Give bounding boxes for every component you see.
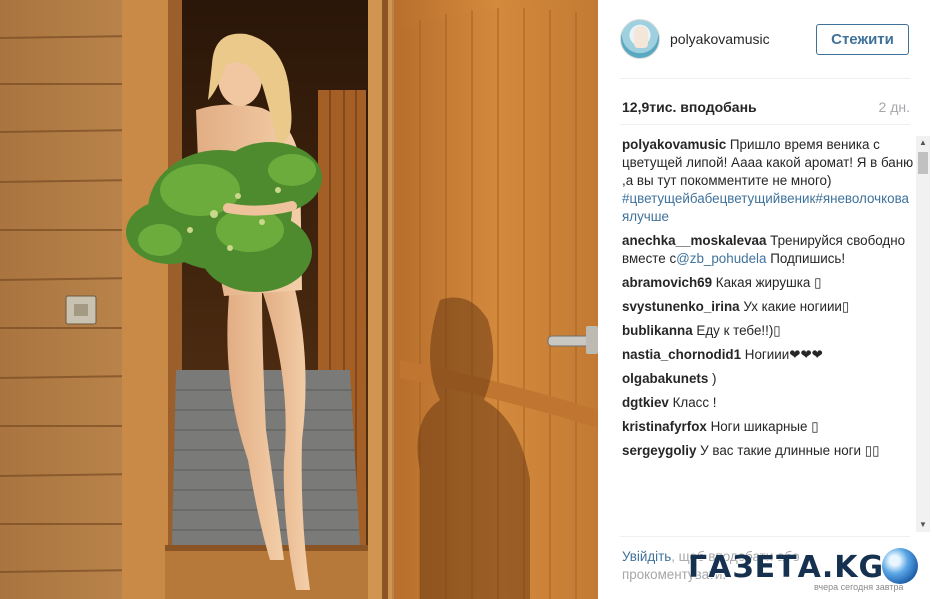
follow-button[interactable]: Стежити [816,24,909,55]
comment-item: olgabakunets ) [622,370,914,388]
comment-text: Подпишись! [766,251,846,266]
comment-item: anechka__moskalevaa Тренируйся свободно … [622,232,914,268]
post-stats: 12,9тис. вподобань 2 дн. [620,98,910,118]
comment-item: bublikanna Еду к тебе!!)▯ [622,322,914,340]
comment-item: dgtkiev Класс ! [622,394,914,412]
comment-author[interactable]: dgtkiev [622,395,669,410]
comments-list[interactable]: polyakovamusic Пришло время веника с цве… [622,136,914,528]
divider [620,536,910,537]
mention-link[interactable]: @zb_pohudela [676,251,766,266]
globe-icon [882,548,918,584]
username-link[interactable]: polyakovamusic [670,31,770,47]
post-photo[interactable] [0,0,598,599]
comment-text: Класс ! [668,395,717,410]
comment-text: Еду к тебе!!)▯ [692,323,781,338]
site-watermark: ГАЗЕТА.KG вчера сегодня завтра [686,546,922,596]
comment-author[interactable]: bublikanna [622,323,693,338]
comment-author[interactable]: olgabakunets [622,371,708,386]
post-sidebar: polyakovamusic Стежити 12,9тис. вподобан… [598,0,932,599]
divider [620,78,910,79]
comment-text: Ногиии❤❤❤ [741,347,823,362]
watermark-tagline: вчера сегодня завтра [814,582,904,592]
comment-text: Какая жирушка ▯ [712,275,822,290]
post-header: polyakovamusic Стежити [598,0,932,78]
scroll-thumb[interactable] [918,152,928,174]
comment-text: Ух какие ногиии▯ [739,299,850,314]
divider [620,124,910,125]
comment-text: ) [708,371,717,386]
comment-author[interactable]: nastia_chornodid1 [622,347,741,362]
comment-author[interactable]: polyakovamusic [622,137,726,152]
comment-text: У вас такие длинные ноги ▯▯ [696,443,880,458]
comment-item: svystunenko_irina Ух какие ногиии▯ [622,298,914,316]
scroll-down-icon[interactable]: ▼ [918,519,928,531]
login-link[interactable]: Увійдіть [622,549,671,564]
comment-item: kristinafyrfox Ноги шикарные ▯ [622,418,914,436]
likes-count[interactable]: 12,9тис. вподобань [622,99,757,115]
comment-author[interactable]: anechka__moskalevaa [622,233,766,248]
photo-illustration [0,0,598,599]
avatar[interactable] [620,19,660,59]
comment-text: Ноги шикарные ▯ [706,419,819,434]
comment-item: abramovich69 Какая жирушка ▯ [622,274,914,292]
comment-author[interactable]: svystunenko_irina [622,299,740,314]
comment-item: sergeygoliy У вас такие длинные ноги ▯▯ [622,442,914,460]
post-time[interactable]: 2 дн. [879,99,910,115]
comments-scrollbar[interactable]: ▲ ▼ [916,136,930,532]
comment-author[interactable]: sergeygoliy [622,443,696,458]
caption-comment: polyakovamusic Пришло время веника с цве… [622,136,914,226]
comment-author[interactable]: kristinafyrfox [622,419,707,434]
hashtag-link[interactable]: #цветущейбабецветущийвеник#яневолочковая… [622,191,909,224]
comment-author[interactable]: abramovich69 [622,275,712,290]
comment-item: nastia_chornodid1 Ногиии❤❤❤ [622,346,914,364]
scroll-up-icon[interactable]: ▲ [918,137,928,149]
watermark-brand: ГАЗЕТА.KG [688,550,885,585]
